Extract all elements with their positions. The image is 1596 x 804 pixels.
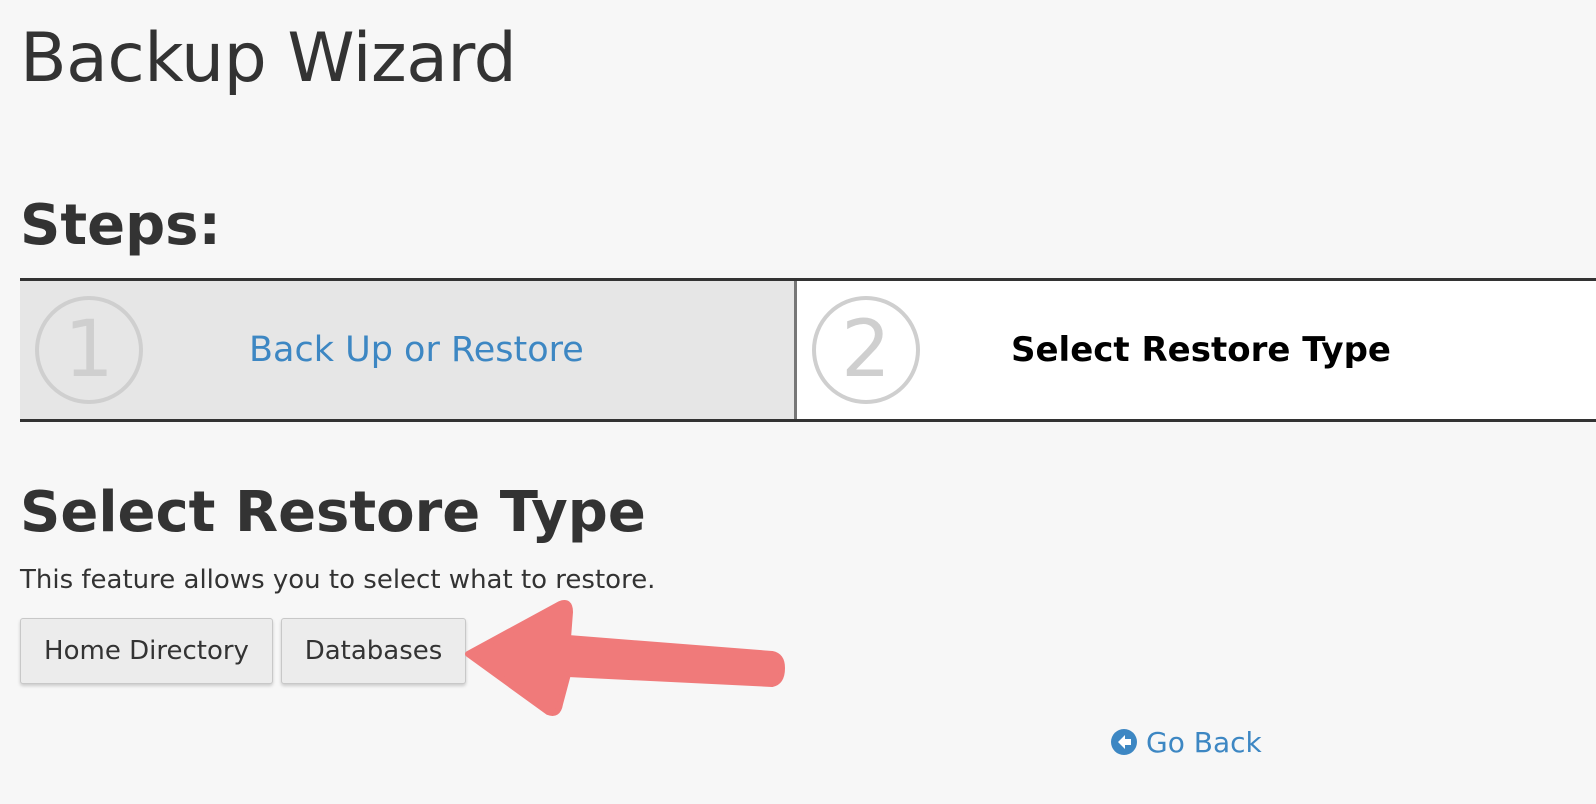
steps-heading: Steps: [20,193,221,258]
circle-arrow-left-icon [1111,729,1137,755]
step-number-1-icon: 1 [35,296,143,404]
step-back-up-or-restore-link[interactable]: Back Up or Restore [249,330,584,370]
step-select-restore-type-label: Select Restore Type [1011,330,1391,370]
go-back-link[interactable]: Go Back [1110,722,1262,762]
step-number-2-icon: 2 [812,296,920,404]
databases-button[interactable]: Databases [281,618,466,684]
section-description: This feature allows you to select what t… [20,565,656,595]
steps-bar: 1 Back Up or Restore 2 Select Restore Ty… [20,278,1596,422]
home-directory-button[interactable]: Home Directory [20,618,273,684]
backup-wizard-page: Backup Wizard Steps: 1 Back Up or Restor… [0,0,1596,804]
step-select-restore-type: 2 Select Restore Type [797,281,1596,419]
go-back-label: Go Back [1146,725,1262,759]
arrow-left-icon [465,600,785,716]
section-heading: Select Restore Type [20,480,646,545]
step-back-up-or-restore[interactable]: 1 Back Up or Restore [20,281,797,419]
page-title: Backup Wizard [20,19,517,98]
